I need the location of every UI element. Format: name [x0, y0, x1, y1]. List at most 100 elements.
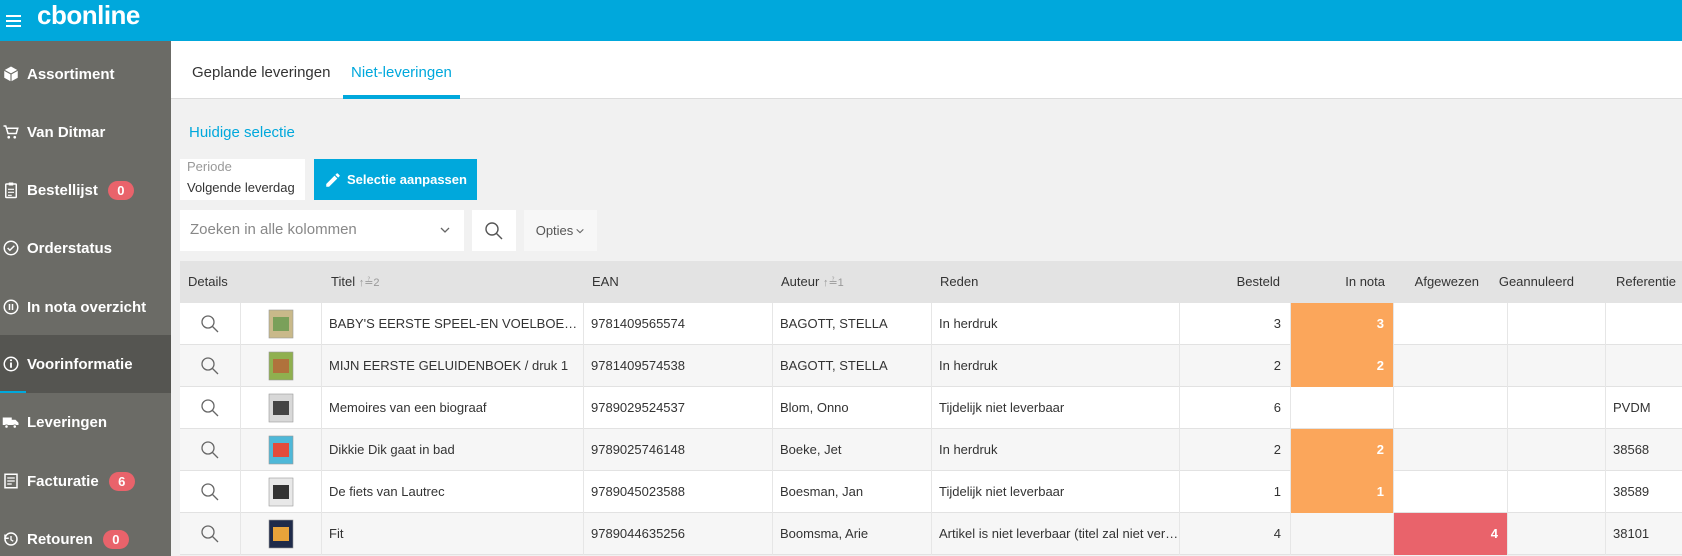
- header-titel[interactable]: Titel ↑≟2: [331, 261, 380, 303]
- cell-in-nota: [1290, 387, 1393, 429]
- sidebar-item-facturatie[interactable]: Facturatie 6: [0, 452, 171, 510]
- sidebar-item-label: Leveringen: [27, 413, 108, 431]
- cell-titel: Memoires van een biograaf: [321, 387, 583, 429]
- cover-cell: [240, 429, 321, 471]
- details-cell: [180, 513, 240, 555]
- tab-geplande-leveringen[interactable]: Geplande leveringen: [192, 41, 330, 99]
- cell-besteld: 2: [1179, 429, 1290, 471]
- current-selection-heading: Huidige selectie: [189, 124, 295, 141]
- options-button[interactable]: Opties: [524, 210, 597, 251]
- sidebar-item-label: Assortiment: [27, 65, 115, 83]
- sidebar-item-label: Voorinformatie: [27, 355, 133, 373]
- sidebar-item-leveringen[interactable]: Leveringen: [0, 393, 171, 451]
- sidebar-item-retouren[interactable]: Retouren 0: [0, 510, 171, 556]
- header-referentie[interactable]: Referentie: [1580, 261, 1676, 303]
- cover-cell: [240, 345, 321, 387]
- book-cover-thumbnail[interactable]: [267, 393, 295, 423]
- header-besteld[interactable]: Besteld: [1180, 261, 1280, 303]
- cell-in-nota: [1290, 513, 1393, 555]
- header-geannuleerd[interactable]: Geannuleerd: [1480, 261, 1574, 303]
- sidebar-item-label: Retouren: [27, 530, 93, 548]
- cell-reden: Tijdelijk niet leverbaar: [931, 387, 1179, 429]
- cell-referentie: [1605, 345, 1682, 387]
- cell-in-nota: 2: [1290, 345, 1393, 387]
- search-input[interactable]: Zoeken in alle kolommen: [180, 210, 464, 251]
- table-row[interactable]: Fit 9789044635256 Boomsma, Arie Artikel is …: [180, 513, 1682, 555]
- cell-referentie: PVDM: [1605, 387, 1682, 429]
- book-cover-thumbnail[interactable]: [267, 309, 295, 339]
- cell-referentie: 38101: [1605, 513, 1682, 555]
- sidebar-item-label: Facturatie: [27, 472, 99, 490]
- cell-afgewezen: [1393, 303, 1507, 345]
- search-icon[interactable]: [200, 356, 220, 376]
- header-auteur-label: Auteur: [781, 274, 820, 289]
- book-cover-thumbnail[interactable]: [267, 519, 295, 549]
- cell-ean: 9781409565574: [583, 303, 772, 345]
- table-row[interactable]: Dikkie Dik gaat in bad 9789025746148 Boeke…: [180, 429, 1682, 471]
- sidebar-item-bestellijst[interactable]: Bestellijst 0: [0, 161, 171, 219]
- table-row[interactable]: De fiets van Lautrec 9789045023588 Boesman…: [180, 471, 1682, 513]
- sort-indicator: ↑≟2: [358, 277, 380, 289]
- check-circle-icon: [2, 239, 20, 257]
- search-icon[interactable]: [200, 524, 220, 544]
- search-icon[interactable]: [200, 482, 220, 502]
- cart-icon: [2, 123, 20, 141]
- pause-circle-icon: [2, 298, 20, 316]
- table-row[interactable]: BABY'S EERSTE SPEEL-EN VOELBOEK - ... 978…: [180, 303, 1682, 345]
- sidebar-item-assortiment[interactable]: Assortiment: [0, 45, 171, 103]
- header-ean[interactable]: EAN: [592, 261, 619, 303]
- cell-geannuleerd: [1507, 513, 1605, 555]
- search-icon[interactable]: [200, 314, 220, 334]
- cell-afgewezen: [1393, 345, 1507, 387]
- logo[interactable]: cbonline: [37, 0, 140, 31]
- count-badge: 0: [102, 529, 129, 549]
- tab-niet-leveringen[interactable]: Niet-leveringen: [343, 41, 460, 99]
- cell-reden: In herdruk: [931, 345, 1179, 387]
- table-row[interactable]: MIJN EERSTE GELUIDENBOEK / druk 1 9781409…: [180, 345, 1682, 387]
- header-auteur[interactable]: Auteur ↑≟1: [781, 261, 844, 303]
- count-badge: 6: [108, 471, 135, 491]
- edit-selection-label: Selectie aanpassen: [347, 172, 467, 187]
- cell-geannuleerd: [1507, 471, 1605, 513]
- cell-ean: 9781409574538: [583, 345, 772, 387]
- cell-titel: Dikkie Dik gaat in bad: [321, 429, 583, 471]
- logo-online: online: [66, 0, 140, 30]
- book-cover-thumbnail[interactable]: [267, 435, 295, 465]
- book-cover-thumbnail[interactable]: [267, 477, 295, 507]
- book-cover-thumbnail[interactable]: [267, 351, 295, 381]
- cell-in-nota: 2: [1290, 429, 1393, 471]
- truck-icon: [2, 413, 20, 431]
- search-icon[interactable]: [200, 440, 220, 460]
- edit-selection-button[interactable]: Selectie aanpassen: [314, 159, 477, 200]
- cell-ean: 9789045023588: [583, 471, 772, 513]
- header-reden[interactable]: Reden: [940, 261, 978, 303]
- header-in-nota[interactable]: In nota: [1290, 261, 1385, 303]
- top-bar: cbonline: [0, 0, 1682, 41]
- search-icon[interactable]: [200, 398, 220, 418]
- cell-ean: 9789025746148: [583, 429, 772, 471]
- details-cell: [180, 471, 240, 513]
- chevron-down-icon[interactable]: [439, 224, 451, 236]
- cover-cell: [240, 471, 321, 513]
- cell-ean: 9789029524537: [583, 387, 772, 429]
- options-label: Opties: [535, 223, 574, 238]
- header-details[interactable]: Details: [188, 261, 228, 303]
- cell-geannuleerd: [1507, 429, 1605, 471]
- menu-icon[interactable]: [6, 12, 22, 27]
- table-header: Details Titel ↑≟2 EAN Auteur ↑≟1 Reden B…: [180, 261, 1682, 303]
- cell-reden: Artikel is niet leverbaar (titel zal nie…: [931, 513, 1179, 555]
- period-value: Volgende leverdag: [187, 180, 295, 195]
- sidebar-item-label: In nota overzicht: [27, 298, 147, 316]
- header-afgewezen[interactable]: Afgewezen: [1390, 261, 1479, 303]
- sidebar-item-orderstatus[interactable]: Orderstatus: [0, 219, 171, 277]
- sidebar-item-label: Orderstatus: [27, 239, 113, 257]
- sidebar-item-in-nota-overzicht[interactable]: In nota overzicht: [0, 278, 171, 336]
- sidebar-item-voorinformatie[interactable]: Voorinformatie: [0, 335, 171, 393]
- sidebar-item-van-ditmar[interactable]: Van Ditmar: [0, 103, 171, 161]
- table-row[interactable]: Memoires van een biograaf 9789029524537 Bl…: [180, 387, 1682, 429]
- chevron-down-icon: [576, 228, 584, 233]
- cell-afgewezen: 4: [1393, 513, 1507, 555]
- search-button[interactable]: [472, 210, 516, 251]
- clipboard-icon: [2, 181, 20, 199]
- cell-reden: In herdruk: [931, 429, 1179, 471]
